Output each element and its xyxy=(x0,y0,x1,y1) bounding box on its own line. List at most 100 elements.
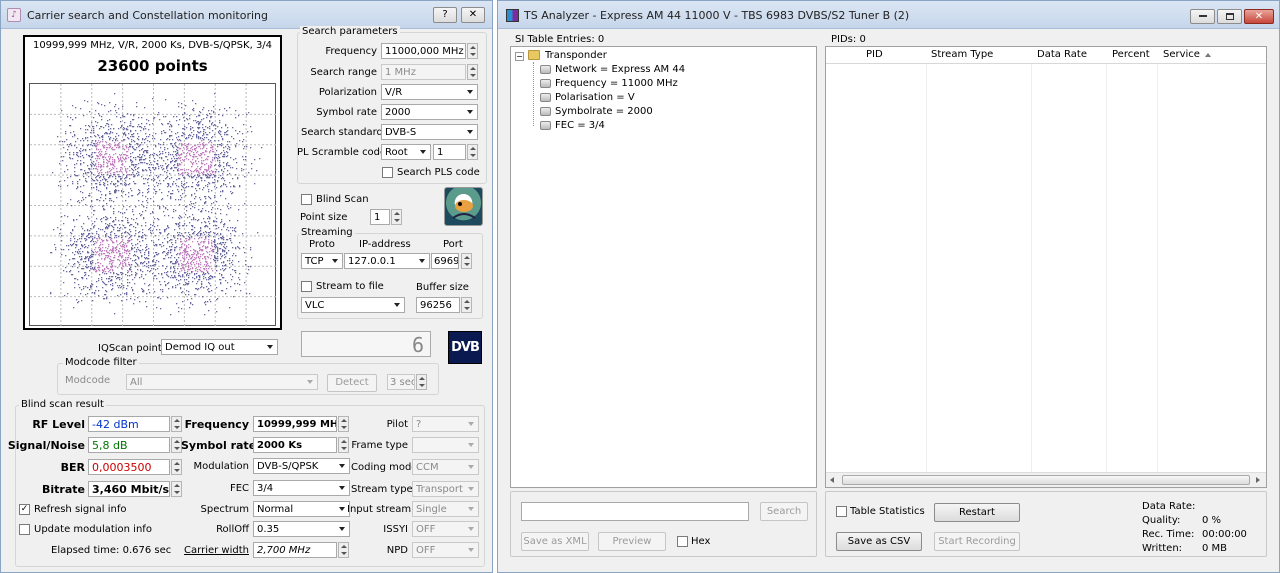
table-statistics-checkbox[interactable] xyxy=(836,506,847,517)
result-frequency-spinner[interactable] xyxy=(338,416,349,432)
col-separator xyxy=(1106,64,1107,472)
left-titlebar: ♪ Carrier search and Constellation monit… xyxy=(1,1,492,29)
tree-item[interactable]: Polarisation = V xyxy=(555,92,635,103)
update-modulation-checkbox[interactable] xyxy=(19,524,30,535)
col-header-data-rate[interactable]: Data Rate xyxy=(1037,47,1087,63)
si-search-input[interactable] xyxy=(521,502,749,521)
iqscan-select[interactable]: Demod IQ out xyxy=(161,339,278,355)
input-stream-label: Input stream xyxy=(347,504,412,515)
save-csv-button[interactable]: Save as CSV xyxy=(836,532,922,551)
left-window-title: Carrier search and Constellation monitor… xyxy=(27,9,269,22)
scroll-right-icon[interactable] xyxy=(1256,477,1260,483)
maximize-icon xyxy=(1225,12,1234,20)
col-header-percent[interactable]: Percent xyxy=(1112,47,1150,63)
issyi-select[interactable]: OFF xyxy=(412,521,479,537)
detect-time-spinner[interactable] xyxy=(416,374,427,390)
spectrum-select[interactable]: Normal xyxy=(253,501,350,517)
window-close-button[interactable]: ✕ xyxy=(1244,9,1274,24)
modulation-select[interactable]: DVB-S/QPSK xyxy=(253,458,350,474)
frequency-label: Frequency xyxy=(325,46,377,57)
npd-select[interactable]: OFF xyxy=(412,542,479,558)
fec-select[interactable]: 3/4 xyxy=(253,480,350,496)
proto-select[interactable]: TCP xyxy=(301,253,343,269)
rf-level-label: RF Level xyxy=(32,418,85,431)
save-xml-button[interactable]: Save as XML xyxy=(521,532,589,551)
input-stream-select[interactable]: Single xyxy=(412,501,479,517)
search-standard-select[interactable]: DVB-S xyxy=(381,124,478,140)
dvb-logo: DVB xyxy=(448,331,482,364)
symbol-rate-select[interactable]: 2000 xyxy=(381,104,478,120)
tree-item[interactable]: Frequency = 11000 MHz xyxy=(555,78,678,89)
search-button[interactable]: Search xyxy=(760,502,808,521)
minimize-icon xyxy=(1198,15,1207,17)
detect-time-input[interactable]: 3 sec xyxy=(387,374,415,390)
maximize-button[interactable] xyxy=(1217,9,1242,24)
stream-type-select[interactable]: Transport xyxy=(412,481,479,497)
point-size-spinner[interactable] xyxy=(391,209,402,225)
search-range-spinner[interactable] xyxy=(467,64,478,80)
tree-leaf-icon xyxy=(540,93,551,102)
points-counter: 23600 points xyxy=(97,57,208,75)
polarization-select[interactable]: V/R xyxy=(381,84,478,100)
blind-scan-checkbox[interactable] xyxy=(301,194,312,205)
tree-leaf-icon xyxy=(540,107,551,116)
player-select[interactable]: VLC xyxy=(301,297,405,313)
pl-scramble-code-input[interactable]: 1 xyxy=(433,144,466,160)
si-tree-panel[interactable]: − Transponder Network = Express AM 44 Fre… xyxy=(510,46,817,488)
pl-scramble-mode-select[interactable]: Root xyxy=(381,144,431,160)
frequency-spinner[interactable] xyxy=(467,43,478,59)
tree-item[interactable]: Symbolrate = 2000 xyxy=(555,106,653,117)
col-separator xyxy=(926,64,927,472)
hex-checkbox[interactable] xyxy=(677,536,688,547)
result-symbol-rate-spinner[interactable] xyxy=(338,437,349,453)
point-size-input[interactable]: 1 xyxy=(370,209,390,225)
app-logo-image[interactable] xyxy=(444,187,483,226)
hex-label: Hex xyxy=(691,536,711,547)
coding-mode-select[interactable]: CCM xyxy=(412,459,479,475)
ip-address-select[interactable]: 127.0.0.1 xyxy=(344,253,430,269)
tree-item[interactable]: Network = Express AM 44 xyxy=(555,64,685,75)
col-separator xyxy=(1157,64,1158,472)
tree-item[interactable]: FEC = 3/4 xyxy=(555,120,605,131)
detect-button[interactable]: Detect xyxy=(327,374,377,392)
rec-time-value: 00:00:00 xyxy=(1202,529,1247,540)
search-range-label: Search range xyxy=(310,67,377,78)
search-pls-checkbox[interactable] xyxy=(382,167,393,178)
constellation-points xyxy=(50,93,263,316)
minimize-button[interactable] xyxy=(1190,9,1215,24)
horizontal-scrollbar[interactable] xyxy=(826,472,1266,487)
start-recording-button[interactable]: Start Recording xyxy=(934,532,1020,551)
scrollbar-thumb[interactable] xyxy=(842,475,1250,485)
polarization-label: Polarization xyxy=(318,87,377,98)
modcode-select[interactable]: All xyxy=(126,374,318,390)
frame-type-select[interactable] xyxy=(412,437,479,453)
pid-table[interactable]: PID Stream Type Data Rate Percent Servic… xyxy=(825,46,1267,488)
carrier-width-spinner[interactable] xyxy=(338,542,349,558)
port-input[interactable]: 6969 xyxy=(431,253,459,269)
refresh-signal-checkbox[interactable]: ✓ xyxy=(19,504,30,515)
tree-root-transponder[interactable]: Transponder xyxy=(545,50,607,61)
restart-button[interactable]: Restart xyxy=(934,503,1020,522)
preview-button[interactable]: Preview xyxy=(598,532,666,551)
stream-to-file-checkbox[interactable] xyxy=(301,281,312,292)
carrier-width-label[interactable]: Carrier width xyxy=(181,545,249,556)
search-range-input[interactable]: 1 MHz xyxy=(381,64,466,80)
scroll-left-icon[interactable] xyxy=(830,477,834,483)
frequency-input[interactable]: 11000,000 MHz xyxy=(381,43,466,59)
spectrum-label: Spectrum xyxy=(200,504,249,515)
col-header-service[interactable]: Service xyxy=(1163,47,1200,63)
search-standard-label: Search standard xyxy=(301,127,383,138)
col-header-stream-type[interactable]: Stream Type xyxy=(931,47,993,63)
port-spinner[interactable] xyxy=(461,253,472,269)
help-button[interactable]: ? xyxy=(433,7,457,23)
close-button[interactable]: ✕ xyxy=(461,7,485,23)
rolloff-select[interactable]: 0.35 xyxy=(253,521,350,537)
stream-type-label: Stream type xyxy=(351,484,413,495)
tree-leaf-icon xyxy=(540,79,551,88)
buffer-size-input[interactable]: 96256 xyxy=(416,297,460,313)
buffer-size-spinner[interactable] xyxy=(461,297,472,313)
tree-expander-icon[interactable]: − xyxy=(515,52,524,61)
pl-scramble-spinner[interactable] xyxy=(467,144,478,160)
pilot-select[interactable]: ? xyxy=(412,416,479,432)
col-header-pid[interactable]: PID xyxy=(866,47,883,63)
